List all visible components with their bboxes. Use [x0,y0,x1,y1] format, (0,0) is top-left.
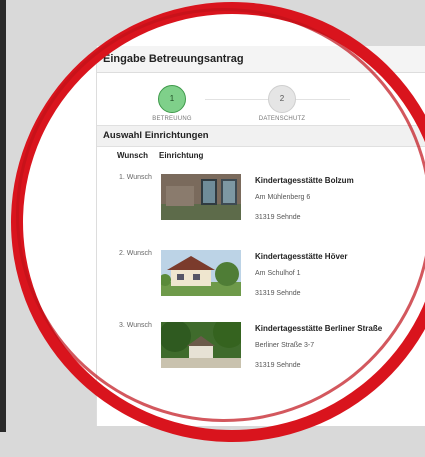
table-header: Wunsch Einrichtung [97,147,425,165]
facility-photo [161,250,241,296]
facility-city: 31319 Sehnde [255,214,301,221]
application-panel: Eingabe Betreuungsantrag 1 BETREUUNG 2 D… [96,46,425,426]
facility-name: Kindertagesstätte Höver [255,252,348,261]
table-row[interactable]: 1. Wunsch Kindertagesstätte Bolzum Am Mü… [97,174,425,254]
step-label: DATENSCHUTZ [258,116,306,122]
facility-street: Am Schulhof 1 [255,270,301,277]
facility-name: Kindertagesstätte Berliner Straße [255,324,383,333]
left-edge-strip [0,0,6,432]
section-title: Auswahl Einrichtungen [97,125,425,147]
facility-city: 31319 Sehnde [255,362,301,369]
step-betreuung[interactable]: 1 BETREUUNG [127,85,217,122]
facility-street: Am Mühlenberg 6 [255,194,311,201]
stepper: 1 BETREUUNG 2 DATENSCHUTZ [97,73,425,125]
table-row[interactable]: 3. Wunsch Kindertagesstätte Berliner Str… [97,322,425,402]
wish-rank: 1. Wunsch [119,174,152,181]
wish-rank: 3. Wunsch [119,322,152,329]
step-number: 2 [268,85,296,113]
facility-city: 31319 Sehnde [255,290,301,297]
wish-rank: 2. Wunsch [119,250,152,257]
table-row[interactable]: 2. Wunsch Kindertagesstätte Höver Am Sch… [97,250,425,330]
step-datenschutz[interactable]: 2 DATENSCHUTZ [237,85,327,122]
step-label: BETREUUNG [152,116,192,122]
column-header-facility: Einrichtung [159,151,204,160]
step-number: 1 [158,85,186,113]
panel-title: Eingabe Betreuungsantrag [97,46,425,73]
column-header-wish: Wunsch [117,151,148,160]
facility-photo [161,174,241,220]
facility-photo [161,322,241,368]
facility-name: Kindertagesstätte Bolzum [255,176,354,185]
facility-street: Berliner Straße 3-7 [255,342,315,349]
